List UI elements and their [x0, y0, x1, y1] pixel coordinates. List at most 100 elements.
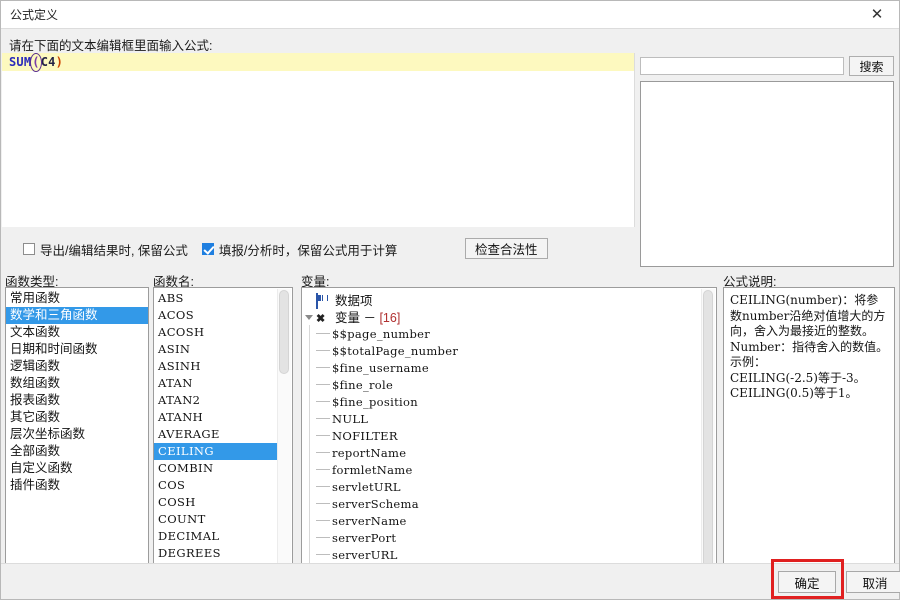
- function-name-item[interactable]: ABS: [154, 290, 278, 307]
- function-type-item[interactable]: 常用函数: [6, 290, 148, 307]
- scrollbar-thumb[interactable]: [703, 290, 713, 580]
- variable-tree-node-label: reportName: [332, 445, 407, 460]
- tree-leaf-connector: [316, 401, 330, 402]
- check-legality-button[interactable]: 检查合法性: [465, 238, 548, 259]
- function-name-item[interactable]: ASINH: [154, 358, 278, 375]
- dialog-body: 请在下面的文本编辑框里面输入公式: SUM(C4) 搜索 导出/编辑结果时, 保…: [1, 29, 899, 599]
- variable-tree-node-label: $$page_number: [332, 326, 431, 341]
- function-name-item[interactable]: AVERAGE: [154, 426, 278, 443]
- function-type-item[interactable]: 全部函数: [6, 443, 148, 460]
- data-item-icon: [316, 292, 331, 309]
- function-name-item[interactable]: COMBIN: [154, 460, 278, 477]
- variable-tree-node[interactable]: $$totalPage_number: [302, 342, 716, 359]
- function-name-item[interactable]: DEGREES: [154, 545, 278, 562]
- formula-description-panel: CEILING(number)：将参 数number沿绝对值增大的方 向，舍入为最接…: [723, 287, 895, 597]
- variable-tree-node[interactable]: $fine_role: [302, 376, 716, 393]
- tree-leaf-connector: [316, 418, 330, 419]
- variable-tree-node-label: $fine_position: [332, 394, 418, 409]
- close-icon[interactable]: ✕: [855, 1, 899, 27]
- variable-tree-node-label: $fine_role: [332, 377, 394, 392]
- tree-guide-line: [309, 512, 310, 529]
- function-name-item[interactable]: ATAN2: [154, 392, 278, 409]
- tree-guide-line: [309, 359, 310, 376]
- variable-tree-node[interactable]: NULL: [302, 410, 716, 427]
- function-name-item[interactable]: ASIN: [154, 341, 278, 358]
- scrollbar-thumb[interactable]: [279, 290, 289, 374]
- function-name-item[interactable]: DECIMAL: [154, 528, 278, 545]
- variable-tree-node[interactable]: serverPort: [302, 529, 716, 546]
- search-results-panel[interactable]: [640, 81, 894, 267]
- function-type-item[interactable]: 逻辑函数: [6, 358, 148, 375]
- tree-leaf-connector: [316, 333, 330, 334]
- variable-tree-panel[interactable]: 数据项 ✖ 变量 － [16] $$page_number $$totalPage_nu…: [301, 287, 717, 597]
- function-type-item[interactable]: 层次坐标函数: [6, 426, 148, 443]
- formula-description-line: CEILING(-2.5)等于-3。: [730, 370, 866, 385]
- tree-guide-line: [309, 410, 310, 427]
- tree-leaf-connector: [316, 350, 330, 351]
- ok-button[interactable]: 确定: [778, 571, 836, 593]
- function-name-list[interactable]: ABS ACOS ACOSH ASIN ASINH ATAN ATAN2 ATANH AVERA…: [153, 287, 293, 597]
- tree-leaf-connector: [316, 554, 330, 555]
- function-type-item[interactable]: 其它函数: [6, 409, 148, 426]
- chevron-down-icon[interactable]: [302, 308, 316, 325]
- function-type-item[interactable]: 文本函数: [6, 324, 148, 341]
- formula-token-open-paren: (: [30, 53, 43, 72]
- function-type-item[interactable]: 日期和时间函数: [6, 341, 148, 358]
- function-type-item[interactable]: 自定义函数: [6, 460, 148, 477]
- tree-guide-line: [309, 478, 310, 495]
- dialog-footer: 确定 取消: [1, 563, 900, 599]
- tree-guide-line: [309, 546, 310, 563]
- cancel-button[interactable]: 取消: [846, 571, 900, 593]
- tree-guide-line: [309, 393, 310, 410]
- function-name-item[interactable]: ATAN: [154, 375, 278, 392]
- checkbox-box-calc: [201, 243, 214, 255]
- variable-tree-node-label: $$totalPage_number: [332, 343, 459, 358]
- variable-tree-node[interactable]: NOFILTER: [302, 427, 716, 444]
- variable-tree-node-label: serverURL: [332, 547, 398, 562]
- variable-tree-node-label: $fine_username: [332, 360, 429, 375]
- function-name-item[interactable]: ATANH: [154, 409, 278, 426]
- variable-tree-node[interactable]: serverSchema: [302, 495, 716, 512]
- function-name-item[interactable]: ACOS: [154, 307, 278, 324]
- formula-editor[interactable]: SUM(C4): [2, 53, 635, 227]
- formula-description-text: CEILING(number)：将参 数number沿绝对值增大的方 向，舍入为最接…: [724, 288, 894, 407]
- keep-formula-for-calc-checkbox[interactable]: 填报/分析时，保留公式用于计算: [201, 240, 397, 259]
- variable-tree-node[interactable]: reportName: [302, 444, 716, 461]
- function-name-item[interactable]: ACOSH: [154, 324, 278, 341]
- keep-formula-on-export-checkbox[interactable]: 导出/编辑结果时, 保留公式: [23, 240, 188, 259]
- function-type-item[interactable]: 报表函数: [6, 392, 148, 409]
- search-button[interactable]: 搜索: [849, 56, 894, 76]
- function-name-item[interactable]: COS: [154, 477, 278, 494]
- function-type-list[interactable]: 常用函数 数学和三角函数 文本函数 日期和时间函数 逻辑函数 数组函数 报表函数 其它函数 层次…: [5, 287, 149, 597]
- variable-tree-node[interactable]: formletName: [302, 461, 716, 478]
- variable-tree-node[interactable]: $fine_position: [302, 393, 716, 410]
- search-input[interactable]: [640, 57, 844, 75]
- formula-description-line: 向，舍入为最接近的整数。: [730, 324, 875, 338]
- variable-icon: ✖: [316, 310, 331, 325]
- data-item-glyph: [316, 292, 318, 309]
- variable-tree-node[interactable]: 数据项: [302, 291, 716, 309]
- function-type-item[interactable]: 数学和三角函数: [6, 307, 148, 324]
- variable-tree-node[interactable]: servletURL: [302, 478, 716, 495]
- function-name-list-scrollbar[interactable]: [277, 289, 291, 595]
- variable-tree-node-label: serverName: [332, 513, 407, 528]
- tree-leaf-connector: [316, 435, 330, 436]
- formula-line[interactable]: SUM(C4): [2, 53, 634, 72]
- function-name-item[interactable]: CEILING: [154, 443, 278, 460]
- variable-tree-node[interactable]: $$page_number: [302, 325, 716, 342]
- function-name-item[interactable]: COSH: [154, 494, 278, 511]
- function-name-item[interactable]: COUNT: [154, 511, 278, 528]
- function-type-item[interactable]: 插件函数: [6, 477, 148, 494]
- title-bar: 公式定义 ✕: [1, 1, 899, 29]
- variable-tree-scrollbar[interactable]: [701, 289, 715, 595]
- tree-guide-line: [309, 529, 310, 546]
- variable-tree-node[interactable]: serverName: [302, 512, 716, 529]
- formula-description-line: CEILING(number)：将参: [730, 293, 879, 307]
- variable-tree-node[interactable]: ✖ 变量 － [16]: [302, 308, 716, 325]
- variable-tree-node[interactable]: serverURL: [302, 546, 716, 563]
- tree-leaf-connector: [316, 520, 330, 521]
- formula-description-line: CEILING(0.5)等于1。: [730, 386, 858, 400]
- function-type-item[interactable]: 数组函数: [6, 375, 148, 392]
- variable-tree-node[interactable]: $fine_username: [302, 359, 716, 376]
- checkbox-box-export: [23, 243, 35, 255]
